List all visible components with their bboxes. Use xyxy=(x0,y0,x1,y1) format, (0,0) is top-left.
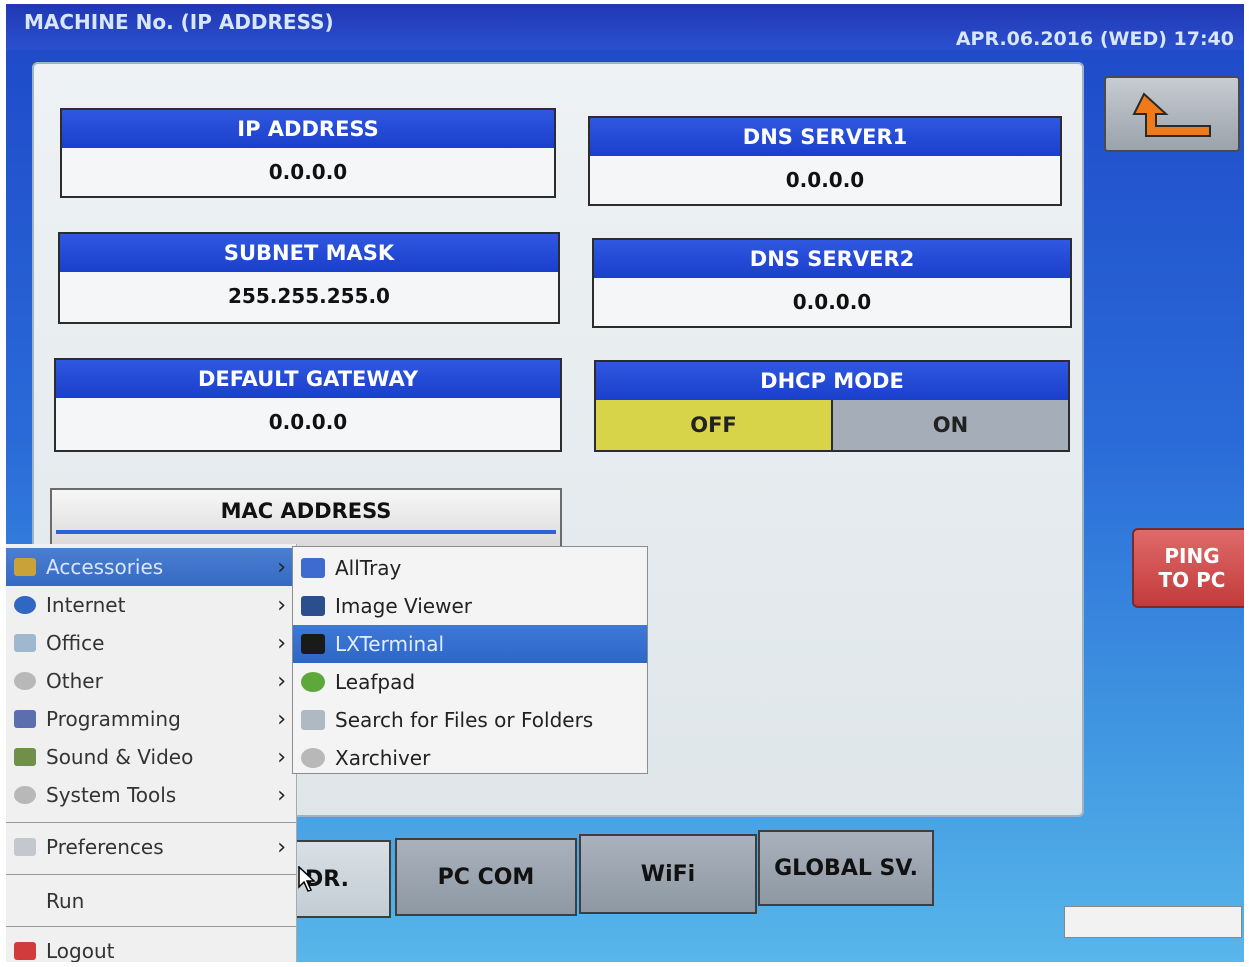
mac-address-divider xyxy=(56,530,556,534)
menu-item-label: Logout xyxy=(46,939,115,962)
date-time: APR.06.2016 (WED) 17:40 xyxy=(955,28,1234,50)
start-menu: Accessories › Internet › Office › Other … xyxy=(6,544,297,962)
search-icon xyxy=(301,710,325,730)
menu-item-system-tools[interactable]: System Tools › xyxy=(6,776,296,814)
menu-separator xyxy=(6,822,296,823)
chevron-right-icon: › xyxy=(277,834,286,860)
menu-item-label: Preferences xyxy=(46,835,164,859)
dhcp-mode-label: DHCP MODE xyxy=(596,362,1068,400)
submenu-item-search[interactable]: Search for Files or Folders xyxy=(293,701,647,739)
subnet-mask-label: SUBNET MASK xyxy=(60,234,558,272)
dhcp-off-button[interactable]: OFF xyxy=(596,400,833,450)
menu-item-sound-video[interactable]: Sound & Video › xyxy=(6,738,296,776)
submenu-item-lxterminal[interactable]: LXTerminal xyxy=(293,625,647,663)
chevron-right-icon: › xyxy=(277,554,286,580)
alltray-icon xyxy=(301,558,325,578)
ping-to-pc-button[interactable]: PING TO PC xyxy=(1132,528,1244,608)
accessories-icon xyxy=(14,558,36,576)
chevron-right-icon: › xyxy=(277,706,286,732)
title-bar: MACHINE No. (IP ADDRESS) APR.06.2016 (WE… xyxy=(6,4,1244,50)
menu-item-other[interactable]: Other › xyxy=(6,662,296,700)
menu-item-preferences[interactable]: Preferences › xyxy=(6,828,296,866)
chevron-right-icon: › xyxy=(277,782,286,808)
submenu-item-leafpad[interactable]: Leafpad xyxy=(293,663,647,701)
ping-label-line2: TO PC xyxy=(1158,568,1226,592)
ip-address-value: 0.0.0.0 xyxy=(268,160,348,184)
office-icon xyxy=(14,634,36,652)
default-gateway-label: DEFAULT GATEWAY xyxy=(56,360,560,398)
submenu-item-label: Search for Files or Folders xyxy=(335,708,594,732)
system-tools-icon xyxy=(14,786,36,804)
image-viewer-icon xyxy=(301,596,325,616)
dns-server1-value: 0.0.0.0 xyxy=(785,168,865,192)
tab-global-sv[interactable]: GLOBAL SV. xyxy=(758,830,934,906)
internet-icon xyxy=(14,596,36,614)
return-arrow-icon xyxy=(1132,92,1211,137)
chevron-right-icon: › xyxy=(277,592,286,618)
default-gateway-value: 0.0.0.0 xyxy=(268,410,348,434)
dns-server1-label: DNS SERVER1 xyxy=(590,118,1060,156)
menu-item-label: Programming xyxy=(46,707,181,731)
menu-item-label: System Tools xyxy=(46,783,177,807)
ping-label-line1: PING xyxy=(1164,544,1220,568)
menu-item-run[interactable]: Run xyxy=(6,882,296,920)
programming-icon xyxy=(14,710,36,728)
menu-item-label: Accessories xyxy=(46,555,164,579)
menu-item-internet[interactable]: Internet › xyxy=(6,586,296,624)
other-icon xyxy=(14,672,36,690)
menu-item-label: Run xyxy=(46,889,85,913)
menu-separator xyxy=(6,926,296,927)
menu-item-label: Internet xyxy=(46,593,126,617)
subnet-mask-value: 255.255.255.0 xyxy=(228,284,390,308)
preferences-icon xyxy=(14,838,36,856)
chevron-right-icon: › xyxy=(277,668,286,694)
terminal-icon xyxy=(301,634,325,654)
dhcp-mode-field: DHCP MODE OFF ON xyxy=(594,360,1070,452)
leafpad-icon xyxy=(301,672,325,692)
machine-settings-screen: MACHINE No. (IP ADDRESS) APR.06.2016 (WE… xyxy=(6,4,1244,962)
status-bar xyxy=(1064,906,1242,938)
back-button[interactable] xyxy=(1104,76,1240,152)
mac-address-field: MAC ADDRESS xyxy=(50,488,562,550)
chevron-right-icon: › xyxy=(277,630,286,656)
submenu-item-image-viewer[interactable]: Image Viewer xyxy=(293,587,647,625)
tab-wifi[interactable]: WiFi xyxy=(579,834,757,914)
ip-address-label: IP ADDRESS xyxy=(62,110,554,148)
menu-item-accessories[interactable]: Accessories › xyxy=(6,548,296,586)
submenu-item-label: LXTerminal xyxy=(335,632,445,656)
sound-video-icon xyxy=(14,748,36,766)
menu-item-office[interactable]: Office › xyxy=(6,624,296,662)
tab-pc-com[interactable]: PC COM xyxy=(395,838,577,916)
submenu-item-label: AllTray xyxy=(335,556,402,580)
archive-icon xyxy=(301,748,325,768)
chevron-right-icon: › xyxy=(277,744,286,770)
menu-separator xyxy=(6,874,296,875)
logout-icon xyxy=(14,942,36,960)
accessories-submenu: AllTray Image Viewer LXTerminal Leafpad … xyxy=(292,546,648,774)
mouse-cursor-icon xyxy=(298,866,316,892)
dns-server2-label: DNS SERVER2 xyxy=(594,240,1070,278)
submenu-item-label: Xarchiver xyxy=(335,746,431,770)
default-gateway-field[interactable]: DEFAULT GATEWAY 0.0.0.0 xyxy=(54,358,562,452)
mac-address-label: MAC ADDRESS xyxy=(220,499,392,523)
ip-address-field[interactable]: IP ADDRESS 0.0.0.0 xyxy=(60,108,556,198)
menu-item-label: Office xyxy=(46,631,105,655)
menu-item-label: Sound & Video xyxy=(46,745,194,769)
menu-item-programming[interactable]: Programming › xyxy=(6,700,296,738)
page-title: MACHINE No. (IP ADDRESS) xyxy=(24,10,334,34)
dns-server1-field[interactable]: DNS SERVER1 0.0.0.0 xyxy=(588,116,1062,206)
menu-item-label: Other xyxy=(46,669,103,693)
dhcp-on-button[interactable]: ON xyxy=(833,400,1068,450)
submenu-item-xarchiver[interactable]: Xarchiver xyxy=(293,739,647,777)
submenu-item-label: Image Viewer xyxy=(335,594,472,618)
dns-server2-value: 0.0.0.0 xyxy=(792,290,872,314)
submenu-item-label: Leafpad xyxy=(335,670,416,694)
submenu-item-alltray[interactable]: AllTray xyxy=(293,549,647,587)
menu-item-logout[interactable]: Logout xyxy=(6,932,296,962)
subnet-mask-field[interactable]: SUBNET MASK 255.255.255.0 xyxy=(58,232,560,324)
dns-server2-field[interactable]: DNS SERVER2 0.0.0.0 xyxy=(592,238,1072,328)
